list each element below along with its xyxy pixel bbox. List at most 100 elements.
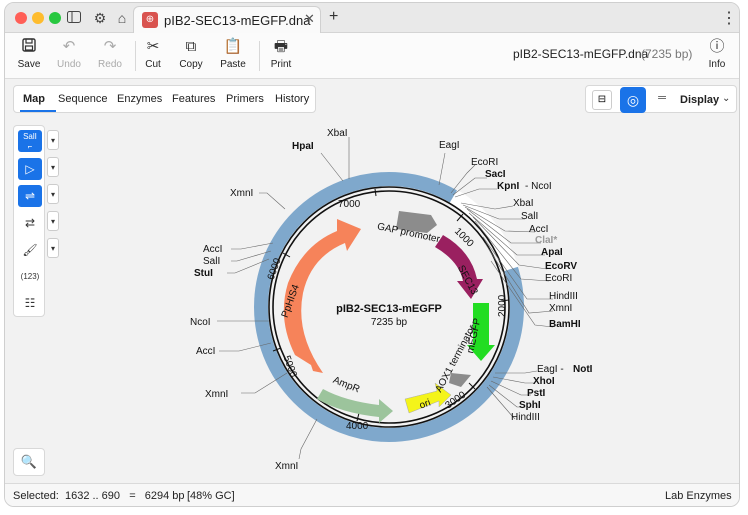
chevron-down-icon[interactable]: ▾ bbox=[47, 157, 59, 177]
feature-megfp[interactable] bbox=[467, 303, 495, 361]
enzyme-label[interactable]: AccI bbox=[196, 346, 215, 357]
tick-marks bbox=[272, 188, 510, 422]
enzyme-label[interactable]: EagI bbox=[439, 140, 460, 151]
enzyme-label[interactable]: HpaI bbox=[292, 141, 314, 152]
enzyme-label[interactable]: - NcoI bbox=[525, 181, 552, 192]
enzyme-label[interactable]: PstI bbox=[527, 388, 546, 399]
enzyme-label[interactable]: XbaI bbox=[327, 128, 348, 139]
tick-label-1000: 1000 bbox=[452, 226, 476, 250]
redo-icon: ↷ bbox=[103, 38, 117, 55]
save-button[interactable]: Save bbox=[7, 37, 51, 75]
document-tab[interactable]: ⊕ pIB2-SEC13-mEGFP.dna ✕ bbox=[133, 6, 321, 33]
redo-button[interactable]: ↷ Redo bbox=[88, 37, 132, 75]
info-button[interactable]: ⓘ Info bbox=[695, 37, 739, 75]
zoom-window-button[interactable] bbox=[49, 12, 61, 24]
feature-aox1-terminator[interactable] bbox=[449, 373, 471, 387]
enzyme-label[interactable]: KpnI bbox=[497, 181, 519, 192]
title-bar: ⚙ ⌂ ⊕ pIB2-SEC13-mEGFP.dna ✕ + ⋮ bbox=[5, 3, 739, 33]
tab-enzymes[interactable]: Enzymes bbox=[117, 93, 162, 105]
active-tab-indicator bbox=[20, 110, 56, 112]
enzyme-label[interactable]: EcoRV bbox=[545, 261, 577, 272]
new-tab-button[interactable]: + bbox=[329, 8, 338, 26]
restriction-site-tool[interactable]: SalI ⌐ bbox=[18, 130, 42, 152]
printer-icon: 🖶 bbox=[273, 38, 289, 55]
display-menu[interactable]: Display bbox=[680, 94, 719, 106]
enzyme-set-selector[interactable]: Lab Enzymes bbox=[665, 490, 732, 502]
minimize-window-button[interactable] bbox=[32, 12, 44, 24]
gear-icon[interactable]: ⚙ bbox=[91, 9, 109, 27]
enzyme-label[interactable]: XmnI bbox=[549, 303, 572, 314]
search-button[interactable]: 🔍 bbox=[13, 448, 45, 476]
feature-label-gap: GAP promoter bbox=[376, 221, 441, 245]
enzyme-label[interactable]: XmnI bbox=[205, 389, 228, 400]
selection-status: Selected: 1632 .. 690 = 6294 bp bbox=[13, 490, 185, 502]
more-menu-icon[interactable]: ⋮ bbox=[721, 8, 737, 28]
chevron-down-icon[interactable]: ▾ bbox=[47, 130, 59, 150]
file-icon: ⊕ bbox=[142, 12, 158, 28]
tab-features[interactable]: Features bbox=[172, 93, 215, 105]
orf-tool[interactable]: ⇌ bbox=[18, 185, 42, 207]
info-icon: ⓘ bbox=[709, 38, 725, 55]
search-icon: 🔍 bbox=[20, 454, 38, 469]
enzyme-label[interactable]: AccI bbox=[203, 244, 222, 255]
enzyme-label[interactable]: ApaI bbox=[541, 247, 563, 258]
view-tabs: Map Sequence Enzymes Features Primers Hi… bbox=[13, 85, 316, 113]
chevron-down-icon[interactable]: ⌄ bbox=[722, 93, 730, 104]
circular-map-icon[interactable]: ◎ bbox=[620, 87, 646, 113]
enzyme-label[interactable]: EagI - bbox=[537, 364, 564, 375]
tab-sequence[interactable]: Sequence bbox=[58, 93, 108, 105]
tab-close-icon[interactable]: ✕ bbox=[304, 11, 315, 27]
left-toolbar: SalI ⌐ ▷ ⇌ ⇄ 🖌 (123) ☷ bbox=[13, 125, 45, 317]
enzyme-label[interactable]: HindIII bbox=[549, 291, 578, 302]
undo-button[interactable]: ↶ Undo bbox=[47, 37, 91, 75]
tab-map[interactable]: Map bbox=[23, 93, 45, 105]
tab-title: pIB2-SEC13-mEGFP.dna bbox=[164, 13, 311, 28]
brush-icon[interactable]: 🖌 bbox=[18, 239, 42, 261]
list-icon[interactable]: ☷ bbox=[18, 292, 42, 314]
enzyme-count[interactable]: (123) bbox=[18, 266, 42, 288]
feature-label-aox1: AOX1 terminator bbox=[434, 323, 479, 395]
enzyme-label[interactable]: XmnI bbox=[230, 188, 253, 199]
enzyme-leader-lines bbox=[217, 137, 554, 460]
enzyme-label[interactable]: BamHI bbox=[549, 319, 581, 330]
feature-ampr[interactable] bbox=[317, 389, 393, 423]
home-icon[interactable]: ⌂ bbox=[113, 9, 131, 27]
chevron-down-icon[interactable]: ▾ bbox=[47, 238, 59, 258]
enzyme-label[interactable]: NcoI bbox=[190, 317, 211, 328]
enzyme-label[interactable]: XbaI bbox=[513, 198, 534, 209]
print-button[interactable]: 🖶 Print bbox=[259, 37, 303, 75]
close-window-button[interactable] bbox=[15, 12, 27, 24]
feature-sec13[interactable] bbox=[435, 235, 483, 299]
enzyme-label[interactable]: EcoRI bbox=[471, 157, 498, 168]
feature-ori[interactable] bbox=[404, 382, 452, 414]
enzyme-label[interactable]: NotI bbox=[573, 364, 593, 375]
enzyme-label[interactable]: SalI bbox=[203, 256, 220, 267]
chevron-down-icon[interactable]: ▾ bbox=[47, 211, 59, 231]
enzyme-label[interactable]: XmnI bbox=[275, 461, 298, 472]
enzyme-label[interactable]: XhoI bbox=[533, 376, 555, 387]
enzyme-label[interactable]: ClaI* bbox=[535, 235, 557, 246]
enzyme-label[interactable]: AccI bbox=[529, 224, 548, 235]
tab-history[interactable]: History bbox=[275, 93, 309, 105]
feature-label-pphis4: PpHIS4 bbox=[280, 283, 302, 320]
feature-gap-promoter[interactable] bbox=[396, 211, 437, 233]
feature-pphis4[interactable] bbox=[283, 219, 361, 373]
enzyme-label[interactable]: SalI bbox=[521, 211, 538, 222]
sequence-map-icon[interactable]: ═ bbox=[652, 92, 672, 108]
chevron-down-icon[interactable]: ▾ bbox=[47, 184, 59, 204]
swap-strands-icon[interactable]: ⇄ bbox=[18, 212, 42, 234]
undo-icon: ↶ bbox=[62, 38, 76, 55]
paste-button[interactable]: 📋 Paste bbox=[211, 37, 255, 75]
feature-tool[interactable]: ▷ bbox=[18, 158, 42, 180]
enzyme-label[interactable]: SacI bbox=[485, 169, 506, 180]
tab-primers[interactable]: Primers bbox=[226, 93, 264, 105]
copy-button[interactable]: ⧉ Copy bbox=[169, 37, 213, 75]
gc-content: [48% GC] bbox=[187, 490, 235, 502]
enzyme-label[interactable]: SphI bbox=[519, 400, 541, 411]
enzyme-label[interactable]: EcoRI bbox=[545, 273, 572, 284]
enzyme-label[interactable]: HindIII bbox=[511, 412, 540, 423]
tick-label-4000: 4000 bbox=[346, 421, 369, 432]
sidebar-toggle-icon[interactable] bbox=[65, 9, 83, 27]
linear-map-icon[interactable]: ⊟ bbox=[592, 90, 612, 110]
enzyme-label[interactable]: StuI bbox=[194, 268, 213, 279]
